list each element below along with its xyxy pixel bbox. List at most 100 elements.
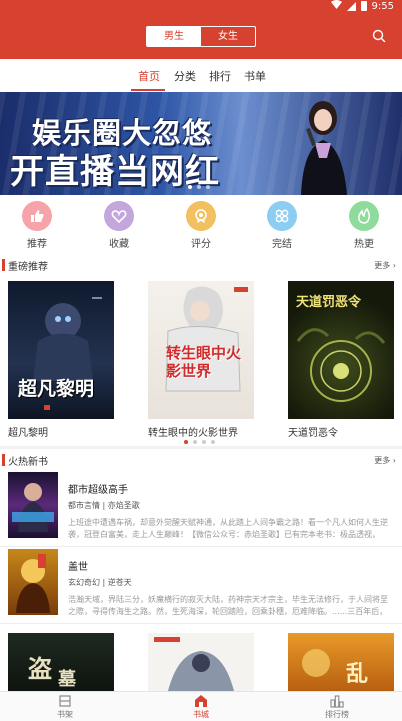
featured-section: 重磅推荐 更多 › 超凡黎明 超凡黎明 转生眼中火影世界 转生眼中的火影世界 天…: [0, 252, 402, 446]
quick-links: 推荐 收藏 评分 完结 热更: [0, 195, 402, 252]
quick-link-rating[interactable]: 评分: [179, 201, 223, 250]
featured-header: 重磅推荐 更多 ›: [0, 257, 402, 273]
tab-booklist[interactable]: 书单: [244, 68, 266, 84]
banner-pagination: [188, 185, 210, 189]
cover-art: [154, 637, 234, 691]
nav-bookshelf[interactable]: 书架: [35, 694, 95, 720]
bottom-nav: 书架 书城 排行榜: [0, 691, 402, 721]
nav-label: 书架: [57, 710, 73, 719]
cover-title: 天道罚恶令: [296, 295, 362, 310]
page-dot[interactable]: [184, 440, 188, 444]
nav-bookstore[interactable]: 书城: [171, 694, 231, 720]
featured-title: 重磅推荐: [8, 262, 48, 273]
featured-book-card[interactable]: 超凡黎明 超凡黎明: [8, 281, 114, 439]
svg-text:墓: 墓: [57, 669, 77, 690]
tab-bar: 首页 分类 排行 书单: [0, 59, 402, 92]
list-item[interactable]: 都市超级高手 都市言情 | 亦焰圣歌 上班途中遭遇车祸，却意外觉醒天赋神通，从此…: [0, 472, 402, 542]
quick-link-favorites[interactable]: 收藏: [97, 201, 141, 250]
new-books-more-link[interactable]: 更多 ›: [374, 455, 396, 466]
section-marker: [2, 454, 5, 466]
book-cover: 超凡黎明: [8, 281, 114, 419]
tab-home[interactable]: 首页: [138, 68, 160, 84]
quick-link-label: 完结: [272, 239, 292, 250]
banner-dot[interactable]: [197, 185, 201, 189]
book-cover[interactable]: [148, 633, 254, 691]
gender-tab-female[interactable]: 女生: [201, 27, 255, 46]
book-meta: 都市言情 | 亦焰圣歌: [68, 501, 140, 510]
tab-category[interactable]: 分类: [174, 68, 196, 84]
status-time: 9:55: [371, 0, 394, 12]
nav-label: 书城: [193, 710, 209, 719]
divider: [0, 623, 402, 624]
featured-pagination: [184, 440, 215, 444]
featured-book-card[interactable]: 天道罚恶令 天道罚恶令: [288, 281, 394, 439]
more-label: 更多: [374, 261, 391, 270]
page-dot[interactable]: [193, 440, 197, 444]
banner-dot[interactable]: [206, 185, 210, 189]
nav-label: 排行榜: [325, 710, 349, 719]
flame-icon: [349, 201, 379, 231]
quick-link-label: 推荐: [27, 239, 47, 250]
battery-icon: [360, 1, 367, 11]
book-thumbnail: [8, 472, 58, 538]
book-title: 盖世: [68, 562, 88, 573]
book-description: 浩瀚天域，界陆三分，妖魔横行的寂灭大陆，药神宗天才宗主，毕生无法修行，于人间将至…: [68, 595, 388, 616]
bookshelf-icon: [35, 694, 95, 708]
quick-link-completed[interactable]: 完结: [260, 201, 304, 250]
bookstore-icon: [171, 694, 231, 708]
book-description: 上班途中遭遇车祸，却意外觉醒天赋神通，从此踏上人间争霸之路！看一个凡人如何人生逆…: [68, 518, 388, 539]
gender-tab-male[interactable]: 男生: [147, 27, 201, 46]
book-thumbnail: [8, 549, 58, 615]
cover-title: 转生眼中火影世界: [166, 344, 242, 380]
wifi-icon: [330, 0, 342, 12]
quick-link-label: 收藏: [109, 239, 129, 250]
svg-text:盗: 盗: [28, 654, 52, 683]
gender-toggle: 男生 女生: [146, 26, 256, 47]
quick-link-label: 热更: [354, 239, 374, 250]
svg-text:乱: 乱: [346, 661, 368, 687]
search-icon[interactable]: [372, 29, 386, 43]
banner-dot[interactable]: [188, 185, 192, 189]
thumbnail-art: [16, 554, 50, 613]
signal-icon: [346, 1, 356, 11]
featured-more-link[interactable]: 更多 ›: [374, 260, 396, 271]
thumbs-up-icon: [22, 201, 52, 231]
new-books-title: 火热新书: [8, 457, 48, 468]
status-indicators: 9:55: [330, 0, 394, 12]
cover-title: 超凡黎明: [18, 378, 95, 400]
featured-book-card[interactable]: 转生眼中火影世界 转生眼中的火影世界: [148, 281, 254, 439]
quick-link-hot-updates[interactable]: 热更: [342, 201, 386, 250]
new-books-section: 火热新书 更多 › 都市超级高手 都市言情 | 亦焰圣歌 上班途中遭遇车祸，却意…: [0, 449, 402, 691]
book-name: 转生眼中的火影世界: [148, 428, 238, 439]
page-dot[interactable]: [211, 440, 215, 444]
promo-banner[interactable]: 娱乐圈大忽悠 开直播当网红: [0, 92, 402, 195]
list-item[interactable]: 盖世 玄幻奇幻 | 逆苍天 浩瀚天域，界陆三分，妖魔横行的寂灭大陆，药神宗天才宗…: [0, 549, 402, 619]
tab-active-indicator: [131, 89, 165, 91]
quick-link-label: 评分: [191, 239, 211, 250]
top-bar: 9:55 男生 女生: [0, 0, 402, 59]
book-cover[interactable]: 乱: [288, 633, 394, 691]
cover-art: 乱: [302, 649, 368, 687]
book-title: 都市超级高手: [68, 485, 128, 496]
book-cover: 转生眼中火影世界: [148, 281, 254, 419]
cover-art: 盗 墓: [28, 654, 77, 690]
more-label: 更多: [374, 456, 391, 465]
book-cover: 天道罚恶令: [288, 281, 394, 419]
quick-link-recommend[interactable]: 推荐: [15, 201, 59, 250]
page-dot[interactable]: [202, 440, 206, 444]
divider: [0, 546, 402, 547]
book-cover[interactable]: 盗 墓: [8, 633, 114, 691]
heart-icon: [104, 201, 134, 231]
ranking-icon: [307, 694, 367, 708]
grid-icon: [267, 201, 297, 231]
book-name: 超凡黎明: [8, 428, 48, 439]
status-bar: 9:55: [0, 0, 402, 12]
nav-ranking[interactable]: 排行榜: [307, 694, 367, 720]
thumbnail-art: [12, 483, 54, 532]
badge-icon: [186, 201, 216, 231]
new-books-header: 火热新书 更多 ›: [0, 452, 402, 468]
book-name: 天道罚恶令: [288, 428, 338, 439]
banner-figure: [301, 101, 347, 195]
tab-ranking[interactable]: 排行: [209, 68, 231, 84]
book-meta: 玄幻奇幻 | 逆苍天: [68, 578, 132, 587]
